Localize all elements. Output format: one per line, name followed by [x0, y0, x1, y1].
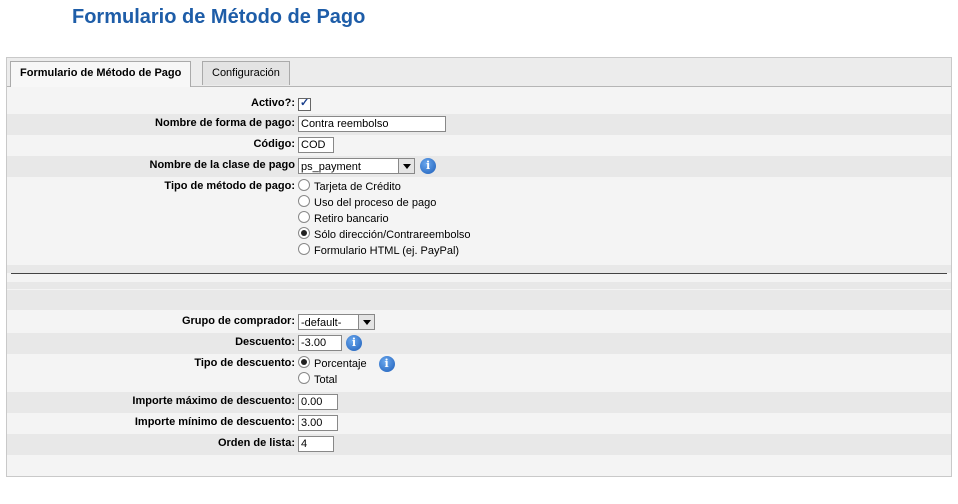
discount-input[interactable]	[298, 335, 342, 351]
row-min-discount: Importe mínimo de descuento:	[7, 413, 951, 434]
tab-payment-method-form[interactable]: Formulario de Método de Pago	[10, 61, 192, 87]
divider	[11, 273, 947, 274]
radio-button[interactable]	[298, 179, 310, 191]
payment-type-option-label: Sólo dirección/Contrareembolso	[314, 229, 471, 241]
code-input[interactable]	[298, 137, 334, 153]
discount-type-option[interactable]: Total	[298, 372, 337, 388]
min-discount-label: Importe mínimo de descuento:	[134, 416, 295, 428]
payment-type-label: Tipo de método de pago:	[164, 180, 295, 192]
row-max-discount: Importe máximo de descuento:	[7, 392, 951, 413]
row-list-order: Orden de lista:	[7, 434, 951, 455]
discount-type-option-label: Total	[314, 374, 338, 386]
payment-class-select[interactable]: ps_payment	[298, 158, 415, 174]
row-payment-type: Tipo de método de pago: Tarjeta de Crédi…	[7, 177, 951, 265]
info-icon[interactable]: i	[346, 335, 362, 351]
payment-type-option[interactable]: Sólo dirección/Contrareembolso	[298, 227, 471, 243]
form-panel: Formulario de Método de Pago Configuraci…	[6, 57, 952, 477]
payment-type-option-label: Uso del proceso de pago	[314, 197, 437, 209]
discount-type-option-label: Porcentaje	[314, 358, 367, 370]
tab-bar: Formulario de Método de Pago Configuraci…	[7, 58, 951, 87]
radio-button[interactable]	[298, 372, 310, 384]
row-code: Código:	[7, 135, 951, 156]
list-order-label: Orden de lista:	[217, 437, 295, 449]
spacer-row	[7, 282, 951, 289]
min-discount-input[interactable]	[298, 415, 338, 431]
class-label: Nombre de la clase de pago	[149, 159, 296, 171]
payment-type-option[interactable]: Retiro bancario	[298, 211, 389, 227]
radio-button-selected[interactable]	[298, 356, 310, 368]
payment-name-input[interactable]	[298, 116, 446, 132]
payment-type-option-label: Retiro bancario	[314, 213, 389, 225]
max-discount-input[interactable]	[298, 394, 338, 410]
radio-button[interactable]	[298, 195, 310, 207]
row-discount: Descuento: i	[7, 333, 951, 354]
spacer-row	[7, 265, 951, 273]
discount-type-label: Tipo de descuento:	[194, 357, 295, 369]
discount-label: Descuento:	[235, 336, 295, 348]
max-discount-label: Importe máximo de descuento:	[132, 395, 295, 407]
chevron-down-icon	[358, 315, 374, 329]
row-group: Grupo de comprador: -default-	[7, 312, 951, 333]
radio-button-selected[interactable]	[298, 227, 310, 239]
payment-class-value: ps_payment	[301, 161, 361, 173]
payment-type-option[interactable]: Tarjeta de Crédito	[298, 179, 401, 195]
payment-type-option[interactable]: Formulario HTML (ej. PayPal)	[298, 243, 459, 259]
payment-type-option[interactable]: Uso del proceso de pago	[298, 195, 436, 211]
info-icon[interactable]: i	[420, 158, 437, 174]
code-label: Código:	[253, 138, 295, 150]
customer-group-select[interactable]: -default-	[298, 314, 375, 330]
spacer-row	[7, 290, 951, 310]
payment-type-option-label: Tarjeta de Crédito	[314, 181, 401, 193]
page-title: Formulario de Método de Pago	[72, 6, 366, 28]
row-class: Nombre de la clase de pago ps_payment i	[7, 156, 951, 177]
list-order-input[interactable]	[298, 436, 334, 452]
tab-configuration[interactable]: Configuración	[202, 61, 290, 85]
spacer-row	[7, 455, 951, 475]
radio-button[interactable]	[298, 211, 310, 223]
name-label: Nombre de forma de pago:	[155, 117, 295, 129]
payment-type-option-label: Formulario HTML (ej. PayPal)	[314, 245, 460, 257]
row-name: Nombre de forma de pago:	[7, 114, 951, 135]
customer-group-value: -default-	[301, 317, 342, 329]
info-icon[interactable]: i	[378, 356, 395, 372]
chevron-down-icon	[398, 159, 414, 173]
active-label: Activo?:	[251, 97, 295, 109]
row-discount-type: Tipo de descuento: Porcentaje i Total	[7, 354, 951, 391]
discount-type-option[interactable]: Porcentaje i	[298, 356, 395, 372]
radio-button[interactable]	[298, 243, 310, 255]
active-checkbox[interactable]	[298, 96, 311, 111]
group-label: Grupo de comprador:	[181, 315, 295, 327]
row-active: Activo?:	[7, 94, 951, 114]
